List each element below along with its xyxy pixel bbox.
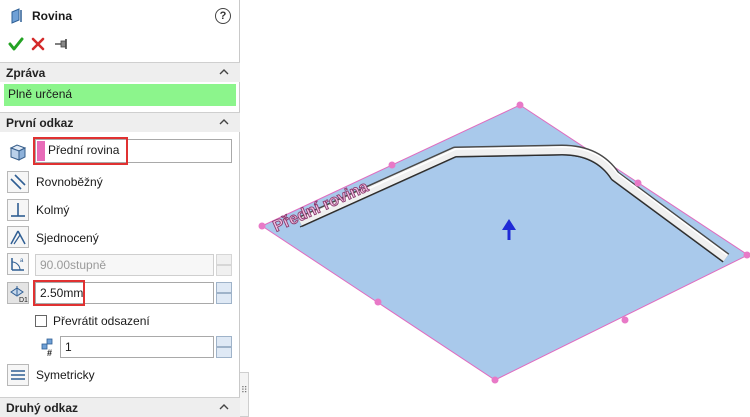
perpendicular-option-label: Kolmý [36, 203, 70, 217]
pm-action-bar [0, 36, 240, 56]
chevron-up-icon[interactable] [218, 66, 230, 81]
coincident-option-button[interactable] [7, 226, 29, 248]
pin-button[interactable] [54, 37, 70, 54]
section-header-message[interactable]: Zpráva [0, 62, 240, 82]
offset-distance-spinner[interactable] [216, 282, 232, 304]
flip-offset-checkbox[interactable] [35, 315, 47, 327]
mid-plane-icon [11, 370, 25, 380]
plane-handle[interactable] [374, 298, 382, 306]
ok-button[interactable] [8, 36, 24, 55]
instance-count-input[interactable]: 1 [60, 336, 214, 358]
spin-down-button[interactable] [216, 265, 232, 276]
plane-feature-icon [9, 8, 25, 27]
angle-spinner[interactable] [216, 254, 232, 276]
mid-plane-option-button[interactable] [7, 364, 29, 386]
plane-handle[interactable] [621, 316, 629, 324]
instance-count-spinner[interactable] [216, 336, 232, 358]
svg-text:D1: D1 [19, 297, 28, 303]
svg-text:a: a [20, 258, 24, 264]
section-title: Druhý odkaz [6, 401, 79, 415]
highlight-frame [33, 137, 128, 165]
chevron-up-icon[interactable] [218, 116, 230, 131]
plane-handle[interactable] [516, 101, 524, 109]
instances-icon: # [37, 337, 57, 360]
offset-distance-option-button[interactable]: D1 [7, 282, 29, 304]
section-title: Zpráva [6, 66, 46, 80]
reference-entity-icon [7, 141, 29, 163]
spin-down-button[interactable] [216, 293, 232, 304]
plane-handle[interactable] [491, 376, 499, 384]
plane-handle[interactable] [634, 179, 642, 187]
section-header-second-reference[interactable]: Druhý odkaz [0, 397, 240, 417]
plane-handle[interactable] [258, 222, 266, 230]
cancel-button[interactable] [31, 36, 45, 55]
parallel-option-label: Rovnoběžný [36, 175, 103, 189]
pushpin-icon [55, 39, 67, 49]
spin-up-button[interactable] [216, 282, 232, 293]
pm-title: Rovina [32, 9, 73, 23]
parallel-option-button[interactable] [7, 171, 29, 193]
coincident-option-label: Sjednocený [36, 231, 99, 245]
panel-resize-handle[interactable]: ⠿ [240, 372, 249, 417]
help-icon[interactable]: ? [215, 8, 231, 24]
coincident-icon [10, 230, 26, 245]
perpendicular-option-button[interactable] [7, 199, 29, 221]
pm-title-bar: Rovina ? [0, 0, 240, 32]
plane-handle[interactable] [388, 161, 396, 169]
highlight-frame [33, 280, 85, 306]
parallel-icon [10, 174, 26, 190]
section-header-first-reference[interactable]: První odkaz [0, 112, 240, 132]
angle-option-button[interactable]: a [7, 253, 29, 275]
graphics-viewport[interactable]: Přední rovina [250, 0, 750, 417]
property-manager-panel: Rovina ? Zpráva Plně určená První odkaz … [0, 0, 240, 417]
offset-distance-icon: D1 [10, 286, 28, 304]
spin-down-button[interactable] [216, 347, 232, 358]
perpendicular-icon [11, 203, 25, 217]
angle-icon: a [11, 258, 24, 271]
svg-text:#: # [47, 348, 52, 357]
mid-plane-label: Symetricky [36, 368, 95, 382]
close-icon [31, 37, 45, 51]
checkmark-icon [8, 37, 24, 51]
spin-up-button[interactable] [216, 254, 232, 265]
section-title: První odkaz [6, 116, 74, 130]
angle-input[interactable]: 90.00stupně [35, 254, 214, 276]
status-message: Plně určená [4, 84, 236, 106]
chevron-up-icon[interactable] [218, 401, 230, 416]
flip-offset-label: Převrátit odsazení [53, 314, 150, 328]
spin-up-button[interactable] [216, 336, 232, 347]
